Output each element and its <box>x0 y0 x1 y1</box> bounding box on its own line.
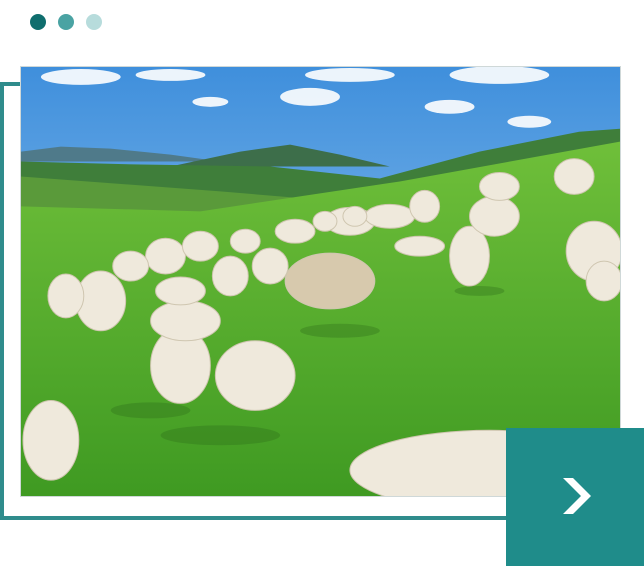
chevron-right-icon <box>563 478 591 514</box>
next-slide-button[interactable] <box>506 428 644 566</box>
carousel-indicators <box>30 14 102 30</box>
carousel-indicator-1[interactable] <box>30 14 46 30</box>
carousel-indicator-3[interactable] <box>86 14 102 30</box>
carousel-indicator-2[interactable] <box>58 14 74 30</box>
